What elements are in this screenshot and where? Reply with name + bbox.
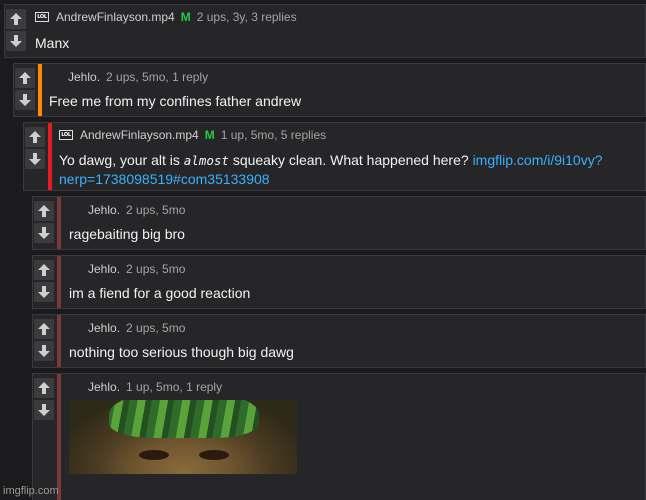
downvote-button[interactable]	[34, 223, 54, 243]
comment-7: Jehlo. 1 up, 5mo, 1 reply	[32, 373, 646, 500]
comment-text: ragebaiting big bro	[69, 226, 185, 242]
comment-meta: LOL AndrewFinlayson.mp4 M 2 ups, 3y, 3 r…	[35, 10, 297, 24]
comment-text-part: squeaky clean. What happened here?	[228, 152, 473, 168]
vote-column	[14, 64, 36, 116]
upvote-button[interactable]	[34, 319, 54, 339]
comment-2: Jehlo. 2 ups, 5mo, 1 reply Free me from …	[13, 63, 646, 117]
vote-column	[33, 374, 55, 500]
username-link[interactable]: Jehlo.	[88, 203, 120, 217]
comment-text: Manx	[35, 35, 70, 51]
thread-stripe	[57, 197, 61, 249]
downvote-button[interactable]	[34, 400, 54, 420]
comment-3: LOL AndrewFinlayson.mp4 M 1 up, 5mo, 5 r…	[23, 122, 646, 191]
upvote-button[interactable]	[34, 201, 54, 221]
comment-6: Jehlo. 2 ups, 5mo nothing too serious th…	[32, 314, 646, 368]
comment-stats: 1 up, 5mo, 1 reply	[126, 380, 223, 394]
arrow-down-icon	[19, 94, 31, 106]
mod-badge: M	[204, 128, 215, 142]
arrow-up-icon	[29, 131, 41, 143]
upvote-button[interactable]	[25, 127, 45, 147]
comment-meta: Jehlo. 2 ups, 5mo, 1 reply	[68, 70, 208, 84]
comment-stats: 2 ups, 3y, 3 replies	[196, 10, 297, 24]
vote-column	[5, 5, 27, 57]
reaction-image[interactable]	[69, 400, 297, 474]
comment-4: Jehlo. 2 ups, 5mo ragebaiting big bro	[32, 196, 646, 250]
downvote-button[interactable]	[25, 149, 45, 169]
lol-badge-icon: LOL	[35, 12, 49, 22]
comment-text: Free me from my confines father andrew	[49, 93, 302, 109]
username-link[interactable]: Jehlo.	[88, 321, 120, 335]
comment-text: im a fiend for a good reaction	[69, 285, 251, 301]
thread-stripe	[57, 256, 61, 308]
arrow-down-icon	[10, 35, 22, 47]
arrow-up-icon	[38, 382, 50, 394]
left-eye	[139, 450, 169, 460]
thread-stripe	[57, 374, 61, 500]
vote-column	[33, 197, 55, 249]
vote-column	[33, 315, 55, 367]
downvote-button[interactable]	[6, 31, 26, 51]
comment-meta: Jehlo. 2 ups, 5mo	[88, 262, 185, 276]
upvote-button[interactable]	[34, 260, 54, 280]
watermark: imgflip.com	[3, 485, 59, 497]
mod-badge: M	[180, 10, 191, 24]
comment-stats: 2 ups, 5mo	[126, 321, 186, 335]
comment-stats: 2 ups, 5mo, 1 reply	[106, 70, 209, 84]
comment-stats: 2 ups, 5mo	[126, 262, 186, 276]
comment-5: Jehlo. 2 ups, 5mo im a fiend for a good …	[32, 255, 646, 309]
lol-badge-icon: LOL	[59, 130, 73, 140]
downvote-button[interactable]	[15, 90, 35, 110]
comment-meta: Jehlo. 2 ups, 5mo	[88, 203, 185, 217]
comment-meta: LOL AndrewFinlayson.mp4 M 1 up, 5mo, 5 r…	[59, 128, 326, 142]
upvote-button[interactable]	[6, 9, 26, 29]
comment-1: LOL AndrewFinlayson.mp4 M 2 ups, 3y, 3 r…	[4, 4, 646, 58]
right-eye	[199, 450, 229, 460]
username-link[interactable]: Jehlo.	[68, 70, 100, 84]
thread-stripe	[57, 315, 61, 367]
comment-stats: 1 up, 5mo, 5 replies	[220, 128, 327, 142]
arrow-up-icon	[38, 205, 50, 217]
thread-stripe	[48, 123, 52, 190]
arrow-down-icon	[38, 404, 50, 416]
comment-text: Yo dawg, your alt is almost squeaky clea…	[59, 151, 635, 188]
comment-link-line2: nerp=1738098519#com35133908	[59, 171, 270, 187]
comment-text: nothing too serious though big dawg	[69, 344, 294, 360]
comment-text-part: Yo dawg, your alt is	[59, 152, 184, 168]
vote-column	[33, 256, 55, 308]
username-link[interactable]: Jehlo.	[88, 262, 120, 276]
arrow-down-icon	[29, 153, 41, 165]
comment-link-line1: imgflip.com/i/9i10vy?	[472, 152, 603, 168]
vote-column	[24, 123, 46, 190]
arrow-up-icon	[38, 264, 50, 276]
username-link[interactable]: Jehlo.	[88, 380, 120, 394]
arrow-up-icon	[10, 13, 22, 25]
arrow-down-icon	[38, 286, 50, 298]
username-link[interactable]: AndrewFinlayson.mp4	[80, 128, 199, 142]
arrow-up-icon	[38, 323, 50, 335]
downvote-button[interactable]	[34, 282, 54, 302]
watermelon-helmet	[109, 400, 259, 438]
upvote-button[interactable]	[34, 378, 54, 398]
arrow-up-icon	[19, 72, 31, 84]
comment-stats: 2 ups, 5mo	[126, 203, 186, 217]
comment-meta: Jehlo. 2 ups, 5mo	[88, 321, 185, 335]
comment-text-emphasis: almost	[183, 153, 229, 168]
arrow-down-icon	[38, 345, 50, 357]
arrow-down-icon	[38, 227, 50, 239]
username-link[interactable]: AndrewFinlayson.mp4	[56, 10, 175, 24]
upvote-button[interactable]	[15, 68, 35, 88]
downvote-button[interactable]	[34, 341, 54, 361]
thread-stripe	[38, 64, 42, 116]
comment-meta: Jehlo. 1 up, 5mo, 1 reply	[88, 380, 222, 394]
